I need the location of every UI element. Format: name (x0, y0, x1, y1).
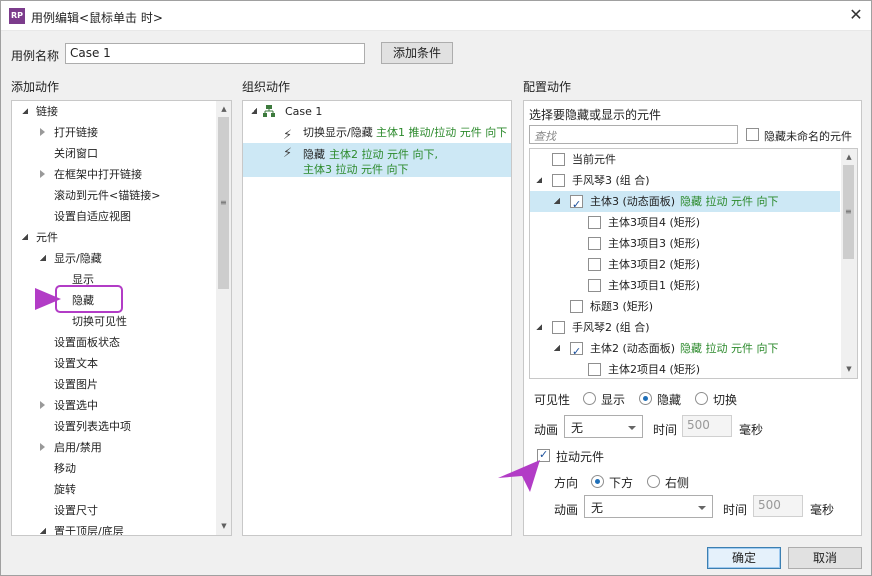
case-name-label: 用例名称 (11, 49, 60, 63)
checkbox[interactable] (552, 321, 565, 334)
expanded-arrow-icon (22, 234, 28, 240)
case-row[interactable]: Case 1 (243, 101, 511, 122)
checkbox[interactable] (570, 300, 583, 313)
time-label: 时间 (653, 423, 678, 437)
case-tree-icon (263, 105, 275, 117)
search-input[interactable]: 查找 (529, 125, 738, 144)
animation-select[interactable]: 无 (564, 415, 643, 438)
select-widgets-label: 选择要隐藏或显示的元件 (529, 108, 662, 122)
expanded-arrow-icon (40, 528, 46, 534)
checkbox[interactable] (570, 341, 583, 362)
lightning-icon: ⚡ (283, 146, 293, 161)
add-action-scrollbar[interactable]: ▲ ≡ ▼ (216, 101, 231, 535)
checkbox[interactable] (588, 279, 601, 292)
add-action-panel: 链接 打开链接 关闭窗口 在框架中打开链接 滚动到元件<锚链接> 设置自适应视图… (11, 100, 232, 536)
checkbox[interactable] (570, 194, 583, 215)
visibility-label: 可见性 (534, 393, 571, 407)
widget-accordion3[interactable]: 手风琴3 (组 合) (530, 170, 840, 191)
widget-body3-item2[interactable]: 主体3项目2 (矩形) (530, 254, 840, 275)
direction-down-label: 下方 (609, 476, 634, 490)
scroll-up-icon[interactable]: ▲ (217, 102, 231, 116)
hide-unnamed-checkbox[interactable] (746, 128, 759, 141)
checkbox[interactable] (588, 258, 601, 271)
annotation-pointer-icon (35, 285, 123, 313)
widget-body3-item3[interactable]: 主体3项目3 (矩形) (530, 233, 840, 254)
widget-current[interactable]: 当前元件 (530, 149, 840, 170)
checkbox[interactable] (552, 153, 565, 166)
axure-app-icon: RP (9, 8, 25, 24)
hide-radio[interactable] (639, 392, 652, 405)
direction-label: 方向 (554, 476, 579, 490)
scroll-grip-icon: ≡ (845, 207, 852, 216)
checkbox[interactable] (588, 237, 601, 250)
pull-time-input[interactable]: 500 (753, 495, 803, 517)
scroll-up-icon[interactable]: ▲ (842, 150, 856, 164)
configure-action-panel: 选择要隐藏或显示的元件 查找 隐藏未命名的元件 当前元件 手风琴3 (组 合) … (523, 100, 862, 536)
direction-right-label: 右侧 (665, 476, 690, 490)
pull-animation-select[interactable]: 无 (584, 495, 713, 518)
hide-radio-label: 隐藏 (657, 393, 682, 407)
expanded-arrow-icon (40, 255, 46, 261)
collapsed-arrow-icon (40, 128, 45, 136)
widget-accordion2[interactable]: 手风琴2 (组 合) (530, 317, 840, 338)
direction-right-radio[interactable] (647, 475, 660, 488)
expanded-arrow-icon (22, 108, 28, 114)
collapsed-arrow-icon (40, 401, 45, 409)
expanded-arrow-icon (536, 177, 542, 183)
annotation-arrow-icon (498, 460, 540, 492)
show-radio[interactable] (583, 392, 596, 405)
collapsed-arrow-icon (40, 170, 45, 178)
case-name-input[interactable]: Case 1 (65, 43, 365, 64)
widget-title3[interactable]: 标题3 (矩形) (530, 296, 840, 317)
widget-body2[interactable]: 主体2 (动态面板)隐藏 拉动 元件 向下 (530, 338, 840, 362)
add-condition-button[interactable]: 添加条件 (381, 42, 453, 64)
close-icon[interactable]: ✕ (847, 6, 865, 24)
ok-button[interactable]: 确定 (707, 547, 781, 569)
chevron-down-icon (628, 426, 636, 430)
action-row-toggle[interactable]: ⚡ 切换显示/隐藏 主体1 推动/拉动 元件 向下 (243, 122, 511, 143)
pull-animation-label: 动画 (554, 503, 579, 517)
action-row-hide[interactable]: ⚡ 隐藏 主体2 拉动 元件 向下, 主体3 拉动 元件 向下 (243, 143, 511, 177)
organize-action-panel: Case 1 ⚡ 切换显示/隐藏 主体1 推动/拉动 元件 向下 ⚡ 隐藏 主体… (242, 100, 512, 536)
checkbox[interactable] (588, 216, 601, 229)
collapsed-arrow-icon (40, 443, 45, 451)
pull-widgets-label: 拉动元件 (556, 450, 605, 464)
toggle-radio[interactable] (695, 392, 708, 405)
chevron-down-icon (698, 506, 706, 510)
hide-unnamed-label: 隐藏未命名的元件 (764, 130, 852, 143)
checkbox[interactable] (588, 363, 601, 376)
use-case-dialog: RP 用例编辑<鼠标单击 时> ✕ 用例名称 Case 1 添加条件 添加动作 … (0, 0, 872, 576)
scroll-down-icon[interactable]: ▼ (217, 519, 231, 533)
widget-body3-item4[interactable]: 主体3项目4 (矩形) (530, 212, 840, 233)
widget-tree-scrollbar[interactable]: ▲ ≡ ▼ (841, 149, 857, 378)
scroll-down-icon[interactable]: ▼ (842, 362, 856, 376)
configure-action-heading: 配置动作 (523, 80, 572, 94)
expanded-arrow-icon (554, 198, 560, 204)
direction-down-radio[interactable] (591, 475, 604, 488)
expanded-arrow-icon (251, 108, 257, 114)
expanded-arrow-icon (554, 345, 560, 351)
scroll-grip-icon: ≡ (220, 198, 227, 207)
show-radio-label: 显示 (601, 393, 626, 407)
pull-ms-unit-label: 毫秒 (810, 503, 835, 517)
checkbox[interactable] (552, 174, 565, 187)
title-bar: RP 用例编辑<鼠标单击 时> ✕ (1, 1, 871, 31)
pull-time-label: 时间 (723, 503, 748, 517)
ms-unit-label: 毫秒 (739, 423, 764, 437)
widget-body3[interactable]: 主体3 (动态面板)隐藏 拉动 元件 向下 (530, 191, 840, 215)
organize-action-heading: 组织动作 (242, 80, 291, 94)
time-input[interactable]: 500 (682, 415, 732, 437)
toggle-radio-label: 切换 (713, 393, 738, 407)
animation-label: 动画 (534, 423, 559, 437)
window-title: 用例编辑<鼠标单击 时> (31, 11, 163, 25)
expanded-arrow-icon (536, 324, 542, 330)
cancel-button[interactable]: 取消 (788, 547, 862, 569)
widget-body2-item4[interactable]: 主体2项目4 (矩形) (530, 359, 840, 378)
widget-body3-item1[interactable]: 主体3项目1 (矩形) (530, 275, 840, 296)
add-action-heading: 添加动作 (11, 80, 60, 94)
widget-tree: 当前元件 手风琴3 (组 合) 主体3 (动态面板)隐藏 拉动 元件 向下 主体… (529, 148, 858, 379)
